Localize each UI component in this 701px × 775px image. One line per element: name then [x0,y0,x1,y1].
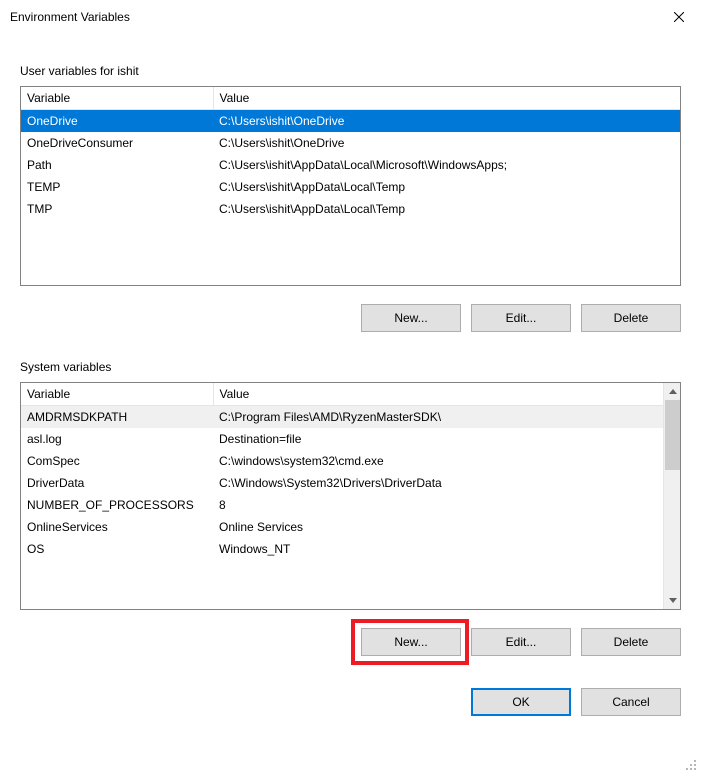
system-new-button[interactable]: New... [361,628,461,656]
user-table[interactable]: Variable Value OneDrive C:\Users\ishit\O… [20,86,681,286]
scroll-up-icon[interactable] [664,383,680,400]
titlebar: Environment Variables [0,0,701,34]
system-section-label: System variables [20,360,681,374]
user-button-row: New... Edit... Delete [20,304,681,332]
close-icon [674,12,684,22]
table-row[interactable]: AMDRMSDKPATH C:\Program Files\AMD\RyzenM… [21,406,663,429]
user-col-value[interactable]: Value [213,87,680,110]
table-row[interactable]: asl.log Destination=file [21,428,663,450]
user-variables-section: User variables for ishit Variable Value … [20,64,681,332]
system-col-value[interactable]: Value [213,383,663,406]
table-row[interactable]: OneDrive C:\Users\ishit\OneDrive [21,110,680,133]
user-new-button[interactable]: New... [361,304,461,332]
window-title: Environment Variables [10,10,130,24]
scroll-down-icon[interactable] [664,592,680,609]
system-delete-button[interactable]: Delete [581,628,681,656]
table-row[interactable]: NUMBER_OF_PROCESSORS 8 [21,494,663,516]
table-row[interactable]: OS Windows_NT [21,538,663,560]
table-row[interactable]: Path C:\Users\ishit\AppData\Local\Micros… [21,154,680,176]
table-row[interactable]: TMP C:\Users\ishit\AppData\Local\Temp [21,198,680,220]
user-col-variable[interactable]: Variable [21,87,213,110]
table-row[interactable]: TEMP C:\Users\ishit\AppData\Local\Temp [21,176,680,198]
close-button[interactable] [656,2,701,32]
ok-button[interactable]: OK [471,688,571,716]
table-row[interactable]: OneDriveConsumer C:\Users\ishit\OneDrive [21,132,680,154]
user-delete-button[interactable]: Delete [581,304,681,332]
scroll-thumb[interactable] [665,400,680,470]
resize-grip-icon[interactable] [685,759,699,773]
table-row[interactable]: DriverData C:\Windows\System32\Drivers\D… [21,472,663,494]
system-edit-button[interactable]: Edit... [471,628,571,656]
system-table[interactable]: Variable Value AMDRMSDKPATH C:\Program F… [20,382,681,610]
dialog-button-row: OK Cancel [20,688,681,716]
cancel-button[interactable]: Cancel [581,688,681,716]
system-col-variable[interactable]: Variable [21,383,213,406]
table-row[interactable]: ComSpec C:\windows\system32\cmd.exe [21,450,663,472]
system-variables-section: System variables Variable Value AMDRMSDK… [20,360,681,656]
user-edit-button[interactable]: Edit... [471,304,571,332]
system-button-row: New... Edit... Delete [20,628,681,656]
scrollbar[interactable] [663,383,680,609]
table-row[interactable]: OnlineServices Online Services [21,516,663,538]
user-section-label: User variables for ishit [20,64,681,78]
